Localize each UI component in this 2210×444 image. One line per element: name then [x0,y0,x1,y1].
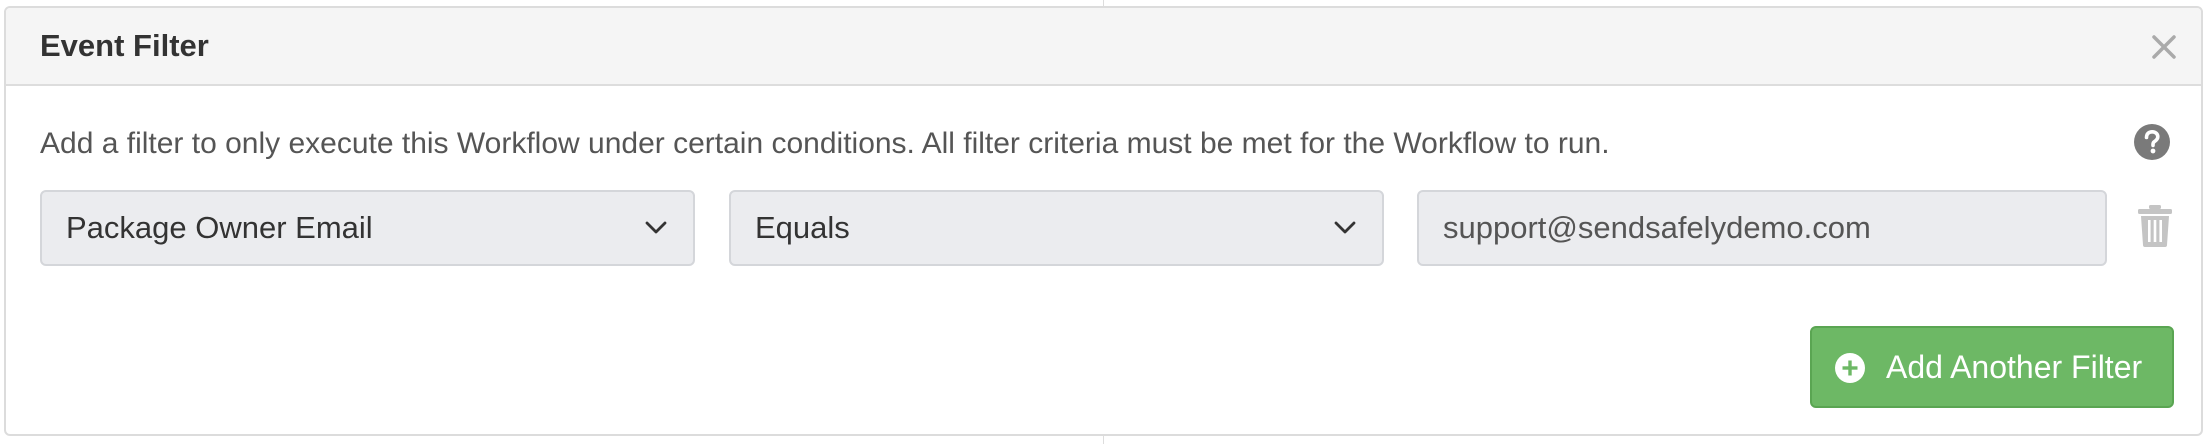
filter-operator-value: Equals [755,210,850,245]
filter-description: Add a filter to only execute this Workfl… [40,127,1610,160]
filter-field-value: Package Owner Email [66,210,373,245]
chevron-down-icon [1334,221,1356,234]
plus-circle-icon [1835,353,1865,383]
panel-header: Event Filter [6,8,2201,86]
trash-icon[interactable] [2136,204,2174,248]
filter-operator-select[interactable]: Equals [729,190,1384,266]
event-filter-panel: Event Filter Add a filter to only execut… [4,6,2203,436]
chevron-down-icon [645,221,667,234]
add-another-filter-label: Add Another Filter [1886,349,2143,385]
question-circle-icon[interactable] [2132,122,2172,162]
add-another-filter-button[interactable]: Add Another Filter [1810,326,2174,408]
filter-value-text: support@sendsafelydemo.com [1443,210,1871,245]
panel-title: Event Filter [40,28,209,63]
close-icon[interactable] [2145,28,2183,66]
filter-value-input[interactable]: support@sendsafelydemo.com [1417,190,2107,266]
filter-field-select[interactable]: Package Owner Email [40,190,695,266]
